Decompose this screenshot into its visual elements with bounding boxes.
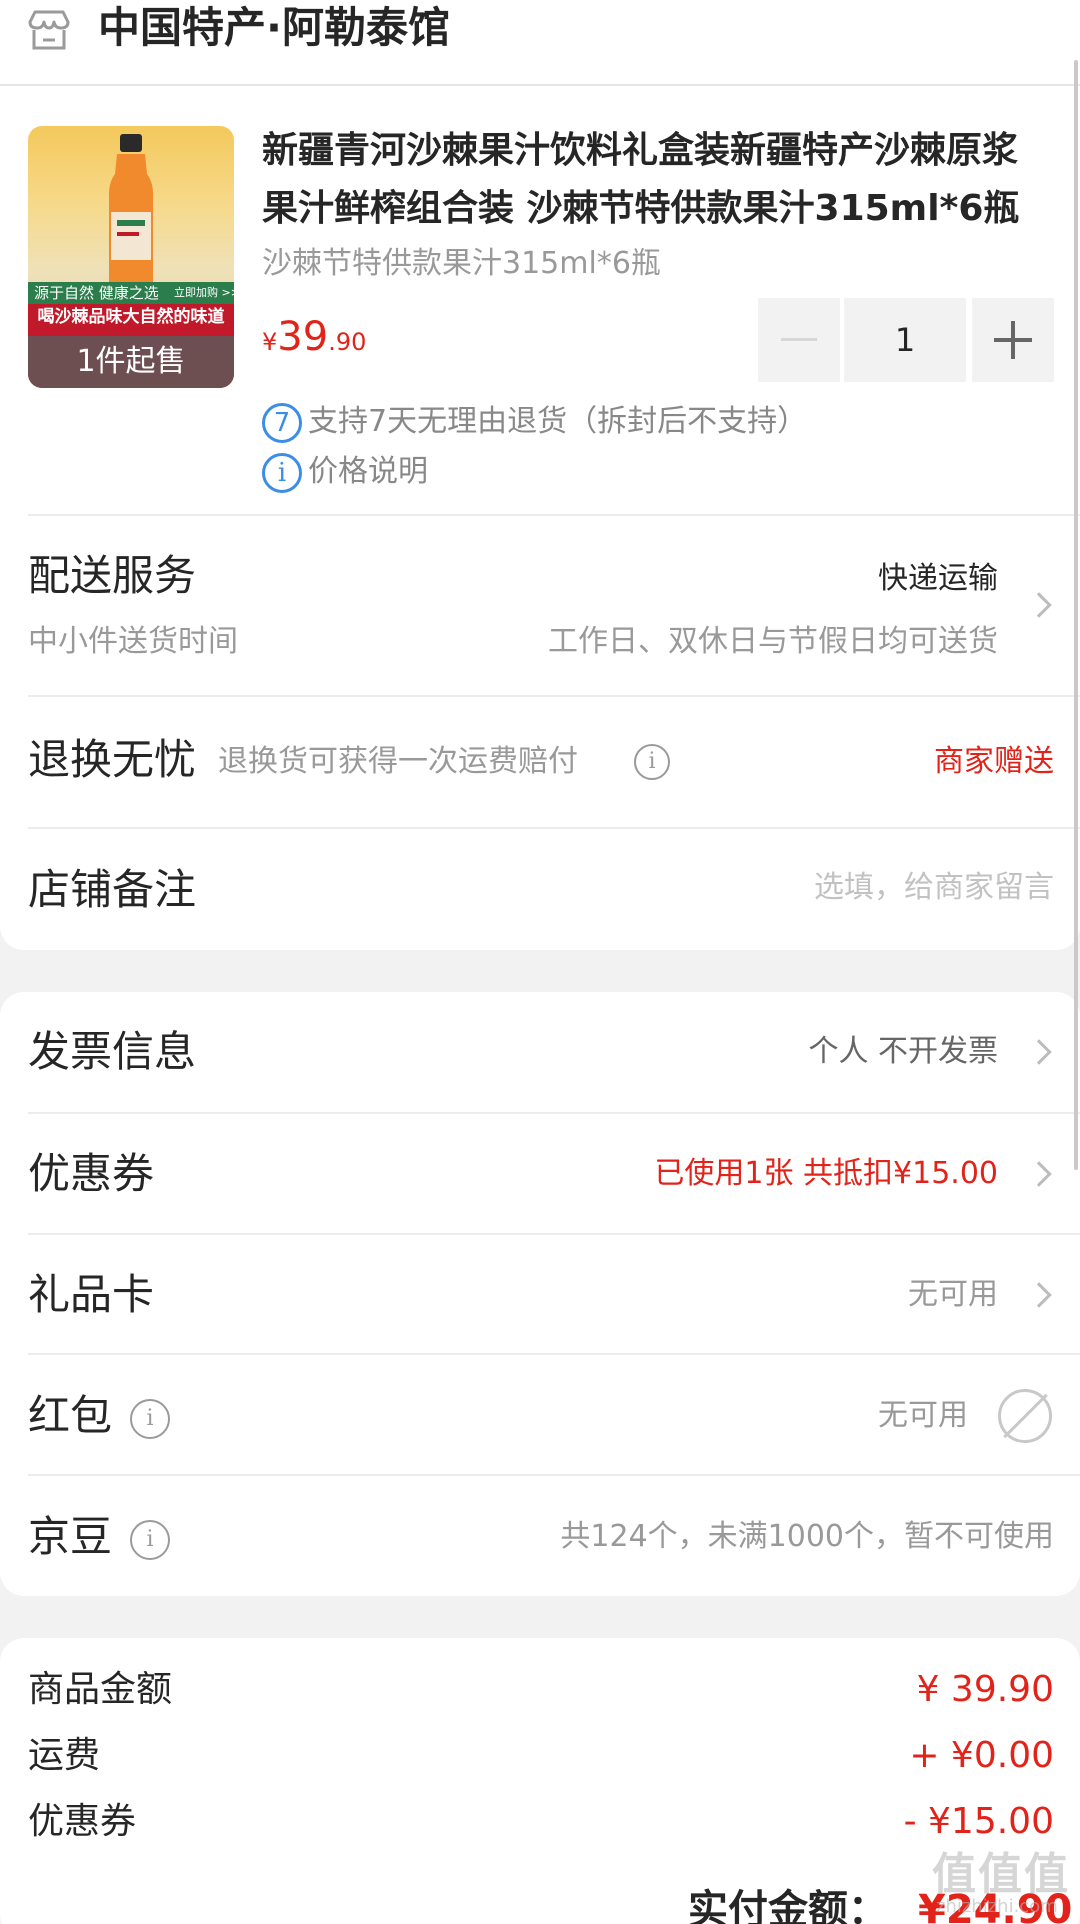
disabled-icon bbox=[998, 1389, 1052, 1443]
invoice-value: 个人 不开发票 bbox=[808, 1034, 998, 1069]
image-band-text: 源于自然 健康之选 bbox=[34, 284, 159, 302]
info-icon[interactable]: i bbox=[130, 1520, 170, 1560]
watermark-logo: 值值值 bbox=[932, 1849, 1070, 1900]
red-packet-label: 红包 bbox=[28, 1391, 113, 1440]
price-note[interactable]: i 价格说明 bbox=[262, 450, 428, 494]
return-policy: 7 支持7天无理由退货（拆封后不支持） bbox=[262, 400, 807, 444]
store-name[interactable]: 中国特产·阿勒泰馆 bbox=[98, 0, 450, 56]
quantity-value[interactable]: 1 bbox=[844, 298, 966, 382]
return-worry-desc: 退换货可获得一次运费赔付 bbox=[218, 744, 578, 779]
divider bbox=[28, 1353, 1080, 1355]
min-purchase-badge: 1件起售 bbox=[28, 336, 234, 388]
image-band-button: 立即加购 >> bbox=[174, 286, 234, 299]
seven-day-return-icon: 7 bbox=[262, 402, 302, 443]
delivery-label: 配送服务 bbox=[28, 551, 197, 600]
info-icon[interactable]: i bbox=[130, 1399, 170, 1439]
product-spec: 沙棘节特供款果汁315ml*6瓶 bbox=[262, 246, 661, 281]
return-worry-value: 商家赠送 bbox=[934, 744, 1054, 779]
coupon-discount-label: 优惠券 bbox=[28, 1801, 137, 1842]
invoice-label: 发票信息 bbox=[28, 1027, 197, 1076]
quantity-stepper: 1 bbox=[758, 298, 1054, 382]
store-header: 中国特产·阿勒泰馆 bbox=[0, 0, 1080, 86]
price-integer: 39 bbox=[277, 314, 329, 360]
red-packet-value: 无可用 bbox=[878, 1398, 968, 1433]
divider bbox=[28, 1474, 1080, 1476]
decrease-quantity-button[interactable] bbox=[758, 298, 840, 382]
goods-amount-value: ¥ 39.90 bbox=[916, 1669, 1054, 1710]
divider bbox=[28, 1112, 1080, 1114]
delivery-time-label: 中小件送货时间 bbox=[28, 624, 238, 659]
delivery-time-value: 工作日、双休日与节假日均可送货 bbox=[548, 624, 998, 659]
gift-card-value: 无可用 bbox=[908, 1277, 998, 1312]
jingdou-label: 京豆 bbox=[28, 1512, 113, 1561]
price-note-text: 价格说明 bbox=[308, 454, 428, 489]
remark-label: 店铺备注 bbox=[28, 865, 197, 914]
gift-card-label: 礼品卡 bbox=[28, 1270, 155, 1319]
coupon-value: 已使用1张 共抵扣¥15.00 bbox=[654, 1156, 998, 1191]
price-currency: ¥ bbox=[262, 328, 278, 356]
product-image[interactable]: 源于自然 健康之选 立即加购 >> 喝沙棘品味大自然的味道 1件起售 bbox=[28, 126, 234, 388]
goods-amount-label: 商品金额 bbox=[28, 1669, 173, 1710]
divider bbox=[28, 1233, 1080, 1235]
shipping-label: 运费 bbox=[28, 1735, 101, 1776]
return-worry-label: 退换无忧 bbox=[28, 735, 197, 784]
remark-input[interactable]: 选填，给商家留言 bbox=[814, 868, 1054, 908]
info-icon: i bbox=[262, 452, 302, 493]
coupon-label: 优惠券 bbox=[28, 1149, 155, 1198]
product-price: ¥39.90 bbox=[262, 312, 366, 370]
info-icon[interactable]: i bbox=[634, 744, 670, 780]
delivery-method: 快递运输 bbox=[878, 561, 998, 596]
total-label: 实付金额： bbox=[688, 1887, 888, 1924]
increase-quantity-button[interactable] bbox=[972, 298, 1054, 382]
image-slogan: 喝沙棘品味大自然的味道 bbox=[28, 304, 234, 330]
store-icon bbox=[28, 10, 70, 50]
scrollbar[interactable] bbox=[1074, 60, 1078, 1170]
return-policy-text: 支持7天无理由退货（拆封后不支持） bbox=[308, 404, 808, 439]
price-decimal: .90 bbox=[328, 328, 367, 356]
divider bbox=[28, 695, 1080, 697]
jingdou-value: 共124个，未满1000个，暂不可使用 bbox=[560, 1519, 1054, 1554]
product-title[interactable]: 新疆青河沙棘果汁饮料礼盒装新疆特产沙棘原浆果汁鲜榨组合装 沙棘节特供款果汁315… bbox=[262, 122, 1052, 238]
divider bbox=[28, 514, 1080, 516]
watermark-url: zhizhizhi.com bbox=[936, 1896, 1058, 1917]
divider bbox=[28, 827, 1080, 829]
shipping-value: + ¥0.00 bbox=[909, 1735, 1054, 1776]
